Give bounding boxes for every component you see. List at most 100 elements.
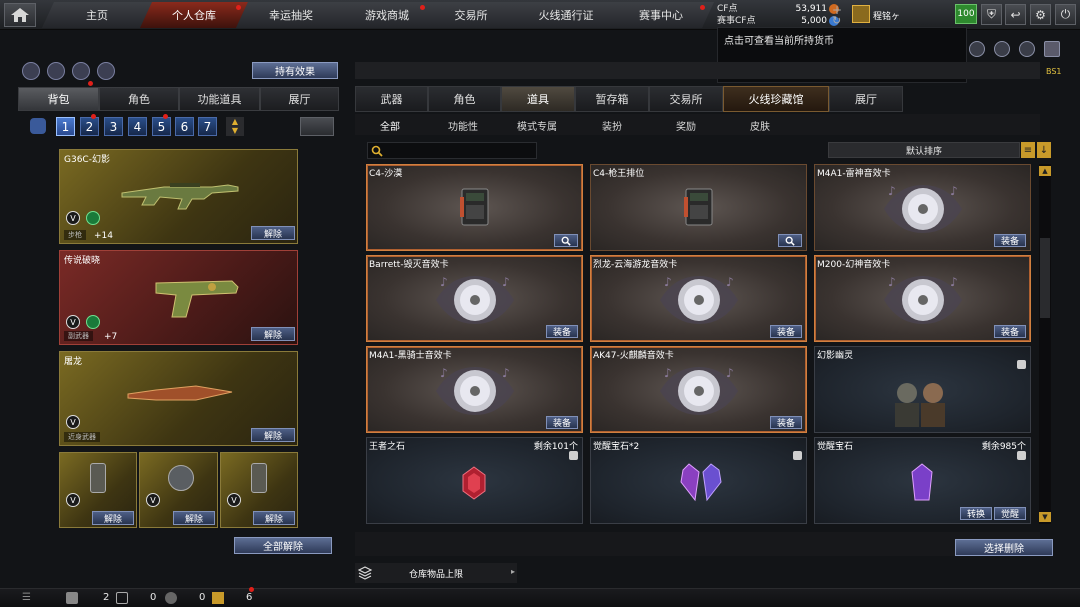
tab-exchange[interactable]: 交易所 xyxy=(649,86,723,112)
page-7[interactable]: 7 xyxy=(198,117,217,136)
equip-button[interactable]: 装备 xyxy=(769,325,802,338)
multi-delete-button[interactable]: 选择删除 xyxy=(955,539,1053,556)
primary-weapon-slot[interactable]: G36C-幻影 V 步枪 +14 解除 xyxy=(59,149,298,244)
svg-text:♪: ♪ xyxy=(950,184,958,198)
tab-collection[interactable]: 火线珍藏馆 xyxy=(723,86,829,112)
gear-upgrade-icon xyxy=(86,315,100,329)
page-2[interactable]: 2 xyxy=(80,117,99,136)
subtab-backpack[interactable]: 背包 xyxy=(18,87,99,111)
inspect-button[interactable] xyxy=(554,234,578,247)
tab-weapons[interactable]: 武器 xyxy=(355,86,428,112)
secondary-weapon-slot[interactable]: 传说破晓 V 副武器 +7 解除 xyxy=(59,250,298,345)
inspect-button[interactable] xyxy=(778,234,802,247)
return-icon[interactable]: ↩ xyxy=(1005,4,1026,25)
category-skin[interactable]: 皮肤 xyxy=(750,118,770,133)
nav-tab-exchange[interactable]: 交易所 xyxy=(418,2,524,28)
recycle-icon[interactable] xyxy=(47,62,65,80)
character-icon[interactable] xyxy=(72,62,90,80)
unequip-button[interactable]: 解除 xyxy=(251,226,295,240)
item-card[interactable]: AK47-火麒麟音效卡 ♪ ♪ 装备 xyxy=(590,346,807,433)
page-6[interactable]: 6 xyxy=(175,117,194,136)
throwable-slot[interactable]: V 解除 xyxy=(220,452,298,528)
scroll-down-arrow[interactable]: ▼ xyxy=(1039,512,1051,522)
page-5[interactable]: 5 xyxy=(152,117,171,136)
item-card[interactable]: 幻影幽灵 xyxy=(814,346,1031,433)
gear-icon[interactable]: ⚙ xyxy=(1030,4,1051,25)
effects-button[interactable]: 持有效果 xyxy=(252,62,338,79)
unequip-button[interactable]: 解除 xyxy=(251,327,295,341)
search-input[interactable] xyxy=(367,142,537,159)
lock-icon xyxy=(1017,451,1026,460)
tab-characters[interactable]: 角色 xyxy=(428,86,501,112)
item-card[interactable]: M200-幻神音效卡 ♪ ♪ 装备 xyxy=(814,255,1031,342)
equip-button[interactable]: 装备 xyxy=(545,325,578,338)
chat-icon[interactable] xyxy=(165,592,177,604)
tab-gallery[interactable]: 展厅 xyxy=(829,86,903,112)
equip-button[interactable]: 装备 xyxy=(545,416,578,429)
currency-panel[interactable]: CF点 53,911 赛事CF点 5,000 xyxy=(717,3,847,27)
shield-icon[interactable] xyxy=(116,592,128,604)
equip-button[interactable]: 装备 xyxy=(993,325,1026,338)
unequip-button[interactable]: 解除 xyxy=(251,428,295,442)
transfer-icon[interactable] xyxy=(300,117,334,136)
category-dress[interactable]: 装扮 xyxy=(602,118,622,133)
page-stepper-icon[interactable]: ▲ ▼ xyxy=(226,117,244,136)
grenade-icon[interactable] xyxy=(97,62,115,80)
item-card[interactable]: M4A1-黑骑士音效卡 ♪ ♪ 装备 xyxy=(366,346,583,433)
convert-button[interactable]: 转换 xyxy=(959,507,992,520)
item-card[interactable]: 烈龙-云海游龙音效卡 ♪ ♪ 装备 xyxy=(590,255,807,342)
item-card[interactable]: M4A1-雷神音效卡 ♪ ♪ 装备 xyxy=(814,164,1031,251)
nav-tab-warehouse[interactable]: 个人仓库 xyxy=(140,2,248,28)
item-card[interactable]: 王者之石 剩余101个 xyxy=(366,437,583,524)
awaken-button[interactable]: 觉醒 xyxy=(993,507,1026,520)
refresh-icon[interactable]: ↻ xyxy=(832,14,841,27)
capacity-bar[interactable]: 仓库物品上限 ▸ xyxy=(355,563,517,583)
item-card[interactable]: 觉醒宝石*2 xyxy=(590,437,807,524)
nav-tab-events[interactable]: 赛事中心 xyxy=(608,2,714,28)
page-3[interactable]: 3 xyxy=(104,117,123,136)
throwable-slot[interactable]: V 解除 xyxy=(139,452,218,528)
equip-button[interactable]: 装备 xyxy=(993,234,1026,247)
scrollbar[interactable] xyxy=(1039,164,1051,524)
home-button[interactable] xyxy=(4,3,36,27)
item-card[interactable]: 觉醒宝石 剩余985个 觉醒 转换 xyxy=(814,437,1031,524)
sort-direction-icon[interactable]: ↓ xyxy=(1037,142,1051,158)
menu-icon[interactable]: ☰ xyxy=(22,592,34,604)
list-view-icon[interactable]: ≡ xyxy=(1021,142,1035,158)
category-reward[interactable]: 奖励 xyxy=(676,118,696,133)
equip-button[interactable]: 装备 xyxy=(769,416,802,429)
nav-tab-battlepass[interactable]: 火线通行证 xyxy=(510,2,622,28)
unequip-all-button[interactable]: 全部解除 xyxy=(234,537,332,554)
nav-tab-lottery[interactable]: 幸运抽奖 xyxy=(236,2,346,28)
subtab-gallery[interactable]: 展厅 xyxy=(260,87,339,111)
item-card[interactable]: C4-枪王排位 xyxy=(590,164,807,251)
tab-storage[interactable]: 暂存箱 xyxy=(575,86,649,112)
nav-tab-home[interactable]: 主页 xyxy=(42,2,152,28)
category-mode[interactable]: 模式专属 xyxy=(517,118,557,133)
v-badge-icon: V xyxy=(227,493,241,507)
nav-tab-label: 游戏商城 xyxy=(365,9,409,22)
category-all[interactable]: 全部 xyxy=(380,118,400,133)
power-icon[interactable]: ⏻ xyxy=(1055,4,1076,25)
sort-dropdown[interactable]: 默认排序 xyxy=(828,142,1020,158)
item-card[interactable]: C4-沙漠 xyxy=(366,164,583,251)
gift-icon[interactable] xyxy=(212,592,224,604)
melee-weapon-slot[interactable]: 屠龙 V 近身武器 解除 xyxy=(59,351,298,446)
svg-text:♪: ♪ xyxy=(440,275,448,289)
subtab-role[interactable]: 角色 xyxy=(99,87,179,111)
category-functional[interactable]: 功能性 xyxy=(448,118,478,133)
team-icon[interactable] xyxy=(66,592,78,604)
subtab-function-items[interactable]: 功能道具 xyxy=(179,87,260,111)
scroll-up-arrow[interactable]: ▲ xyxy=(1039,166,1051,176)
page-4[interactable]: 4 xyxy=(128,117,147,136)
unequip-button[interactable]: 解除 xyxy=(173,511,215,525)
unequip-button[interactable]: 解除 xyxy=(92,511,134,525)
tab-items[interactable]: 道具 xyxy=(501,86,575,112)
unequip-button[interactable]: 解除 xyxy=(253,511,295,525)
item-card[interactable]: Barrett-毁灭音效卡 ♪ ♪ 装备 xyxy=(366,255,583,342)
shield-icon[interactable]: ⛨ xyxy=(981,4,1002,25)
scrollbar-thumb[interactable] xyxy=(1040,238,1050,318)
gift-icon[interactable] xyxy=(22,62,40,80)
page-1[interactable]: 1 xyxy=(56,117,75,136)
throwable-slot[interactable]: V 解除 xyxy=(59,452,137,528)
